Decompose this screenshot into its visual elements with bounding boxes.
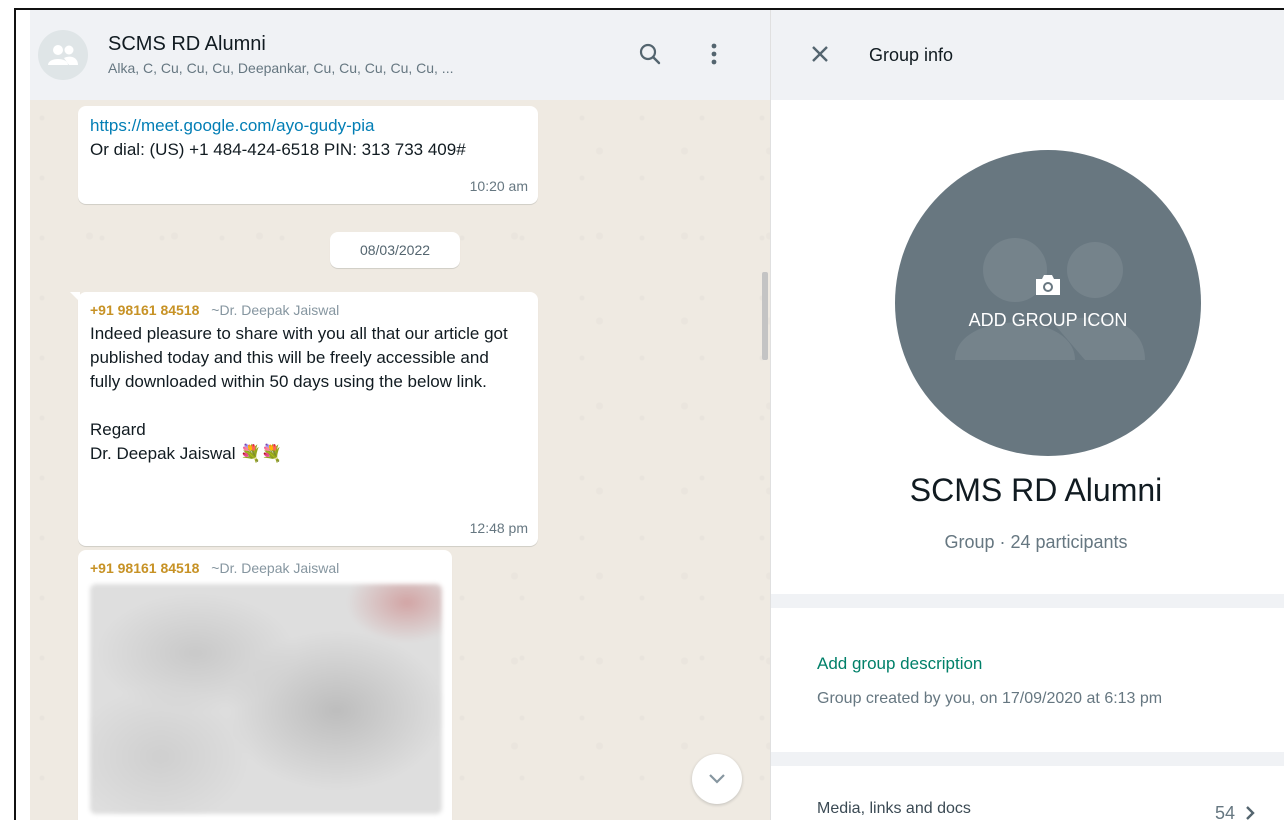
chat-participants: Alka, C, Cu, Cu, Cu, Deepankar, Cu, Cu, … <box>108 60 454 76</box>
info-title: Group info <box>869 44 954 65</box>
sender-alias: ~Dr. Deepak Jaiswal <box>211 302 340 318</box>
camera-icon <box>1033 273 1063 297</box>
group-created-text: Group created by you, on 17/09/2020 at 6… <box>817 690 1163 707</box>
message-image[interactable] <box>90 584 442 814</box>
message-text: Or dial: (US) +1 484-424-6518 PIN: 313 7… <box>90 140 466 159</box>
group-participants-count: Group · 24 participants <box>944 532 1128 552</box>
chevron-down-icon[interactable] <box>692 754 742 804</box>
date-divider: 08/03/2022 <box>330 232 460 268</box>
info-header: Group info <box>771 10 1284 100</box>
sender-alias: ~Dr. Deepak Jaiswal <box>211 560 340 576</box>
media-count: 54 <box>1214 802 1235 820</box>
group-info-pane: Group info ADD GROUP ICON SCMS RD Alumni… <box>770 10 1284 820</box>
chat-pane: SCMS RD Alumni Alka, C, Cu, Cu, Cu, Deep… <box>30 10 770 820</box>
sender-phone[interactable]: +91 98161 84518 <box>90 560 199 576</box>
message-text: Dr. Deepak Jaiswal 💐💐 <box>90 444 283 463</box>
group-profile-section: ADD GROUP ICON SCMS RD Alumni Group · 24… <box>771 100 1284 594</box>
sender-phone[interactable]: +91 98161 84518 <box>90 302 199 318</box>
add-group-icon-button[interactable]: ADD GROUP ICON <box>895 150 1201 456</box>
chevron-right-icon <box>1245 805 1255 820</box>
media-label: Media, links and docs <box>817 800 971 817</box>
group-name[interactable]: SCMS RD Alumni <box>771 472 1284 509</box>
close-icon[interactable] <box>811 45 831 65</box>
search-icon[interactable] <box>632 36 668 72</box>
chat-header[interactable]: SCMS RD Alumni Alka, C, Cu, Cu, Cu, Deep… <box>30 10 770 100</box>
group-avatar-icon[interactable] <box>38 30 88 80</box>
message-bubble[interactable]: +91 98161 84518 ~Dr. Deepak Jaiswal Inde… <box>70 292 538 546</box>
media-links-docs-row[interactable]: Media, links and docs 54 <box>771 766 1284 820</box>
add-group-icon-label: ADD GROUP ICON <box>968 310 1128 330</box>
media-count-wrap: 54 <box>1215 800 1255 820</box>
chat-header-text[interactable]: SCMS RD Alumni Alka, C, Cu, Cu, Cu, Deep… <box>108 31 578 79</box>
menu-icon[interactable] <box>696 36 732 72</box>
message-bubble[interactable]: +91 98161 84518 ~Dr. Deepak Jaiswal <box>78 550 452 820</box>
message-bubble[interactable]: https://meet.google.com/ayo-gudy-pia Or … <box>78 106 538 204</box>
chat-title: SCMS RD Alumni <box>108 33 266 55</box>
app-frame: SCMS RD Alumni Alka, C, Cu, Cu, Cu, Deep… <box>14 8 1284 820</box>
bubble-tail <box>70 292 80 302</box>
group-description-section: Add group description Group created by y… <box>771 608 1284 752</box>
message-sender[interactable]: +91 98161 84518 ~Dr. Deepak Jaiswal <box>90 558 440 578</box>
message-time: 10:20 am <box>469 178 528 194</box>
add-group-description-link[interactable]: Add group description <box>817 654 1284 674</box>
message-time: 12:48 pm <box>469 520 528 536</box>
message-text: Regard <box>90 420 146 439</box>
message-text: Indeed pleasure to share with you all th… <box>90 324 508 391</box>
message-sender[interactable]: +91 98161 84518 ~Dr. Deepak Jaiswal <box>90 300 526 320</box>
message-link[interactable]: https://meet.google.com/ayo-gudy-pia <box>90 114 526 138</box>
scrollbar-thumb[interactable] <box>762 272 768 360</box>
